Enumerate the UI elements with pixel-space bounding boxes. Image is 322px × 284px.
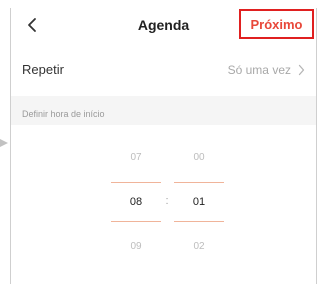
next-button[interactable]: Próximo — [239, 9, 314, 39]
minute-selection-line-bottom — [174, 221, 224, 222]
repeat-label: Repetir — [22, 62, 64, 77]
app-screen: Agenda Próximo Repetir Só uma vez Defini… — [10, 8, 317, 284]
hour-next: 09 — [130, 241, 142, 252]
minute-wheel[interactable]: 00 01 02 — [174, 125, 224, 284]
hour-prev: 07 — [130, 152, 142, 163]
back-button[interactable] — [21, 12, 43, 38]
hour-selection-line-top — [111, 182, 161, 183]
minute-next: 02 — [193, 241, 205, 252]
hour-selected: 08 — [129, 196, 143, 208]
repeat-row[interactable]: Repetir Só uma vez — [11, 44, 316, 96]
repeat-value-group: Só uma vez — [228, 44, 305, 96]
minute-selected: 01 — [192, 196, 206, 208]
header-bar: Agenda Próximo — [11, 8, 316, 44]
left-edge-marker — [0, 139, 8, 147]
time-separator: : — [165, 195, 169, 207]
start-time-section-label: Definir hora de início — [22, 109, 105, 119]
time-picker: 07 08 09 : 00 01 02 — [11, 125, 316, 284]
chevron-right-icon — [298, 64, 305, 76]
hour-selection-line-bottom — [111, 221, 161, 222]
minute-prev: 00 — [193, 152, 205, 163]
hour-wheel[interactable]: 07 08 09 — [111, 125, 161, 284]
repeat-value: Só uma vez — [227, 63, 291, 77]
chevron-left-icon — [28, 18, 36, 32]
minute-selection-line-top — [174, 182, 224, 183]
